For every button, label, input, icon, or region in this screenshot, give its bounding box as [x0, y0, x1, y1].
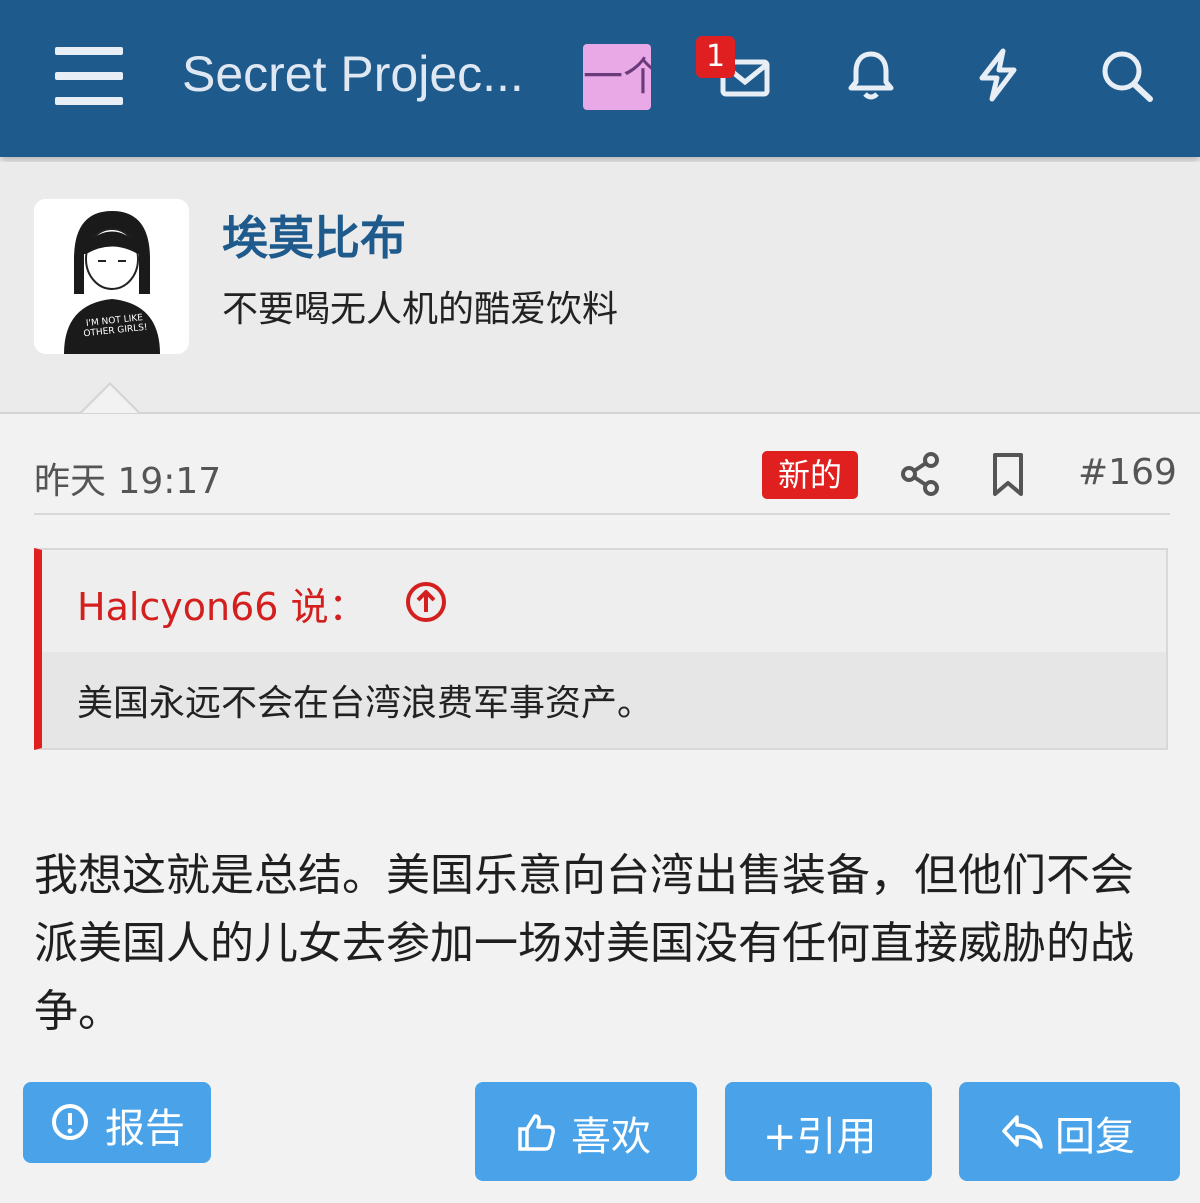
quote-body: 美国永远不会在台湾浪费军事资产。 [42, 652, 1166, 748]
quote-block: Halcyon66 说： 美国永远不会在台湾浪费军事资产。 [34, 548, 1168, 750]
bookmark-icon[interactable] [986, 450, 1030, 498]
reply-arrow-icon [1002, 1115, 1043, 1149]
new-badge: 新的 [762, 451, 858, 499]
quote-button[interactable]: +引用 [725, 1082, 932, 1181]
menu-icon[interactable] [55, 45, 125, 107]
notification-badge: 1 [696, 36, 735, 78]
search-icon[interactable] [1098, 46, 1154, 104]
quote-author[interactable]: Halcyon66 说： [77, 576, 367, 631]
author-title: 不要喝无人机的酷爱饮料 [222, 289, 619, 330]
top-navigation-bar: Secret Projec... 一个 1 [0, 0, 1200, 157]
share-icon[interactable] [898, 450, 942, 498]
bell-icon[interactable] [843, 46, 899, 104]
like-button[interactable]: 喜欢 [475, 1082, 697, 1181]
reply-button[interactable]: 回复 [959, 1082, 1180, 1181]
author-card-pointer-fill [82, 385, 138, 413]
site-title[interactable]: Secret Projec... [182, 42, 542, 106]
thumbs-up-icon [518, 1114, 555, 1151]
translation-overlay-box: 一个 [583, 44, 651, 110]
avatar[interactable]: I'M NOT LIKE OTHER GIRLS! [34, 199, 189, 354]
post-body-text: 我想这就是总结。美国乐意向台湾出售装备，但他们不会派美国人的儿女去参加一场对美国… [34, 850, 1134, 1037]
quote-label: +引用 [763, 1114, 877, 1160]
report-label: 报告 [105, 1106, 185, 1152]
post-timestamp[interactable]: 昨天 19:17 [34, 452, 221, 504]
post-number[interactable]: #169 [1078, 452, 1177, 493]
author-card: I'M NOT LIKE OTHER GIRLS! 埃莫比布 不要喝无人机的酷爱… [0, 162, 1200, 414]
lightning-icon[interactable] [970, 46, 1026, 104]
arrow-up-circle-icon[interactable] [404, 580, 448, 624]
report-button[interactable]: 报告 [23, 1082, 211, 1163]
post-meta-bar: 昨天 19:17 新的 #169 [34, 448, 1177, 515]
quote-text: 美国永远不会在台湾浪费军事资产。 [77, 683, 654, 724]
exclamation-circle-icon [52, 1104, 88, 1140]
quote-header: Halcyon66 说： [42, 550, 1166, 652]
like-label: 喜欢 [571, 1114, 651, 1160]
reply-label: 回复 [1055, 1114, 1135, 1160]
author-name[interactable]: 埃莫比布 [222, 202, 406, 268]
